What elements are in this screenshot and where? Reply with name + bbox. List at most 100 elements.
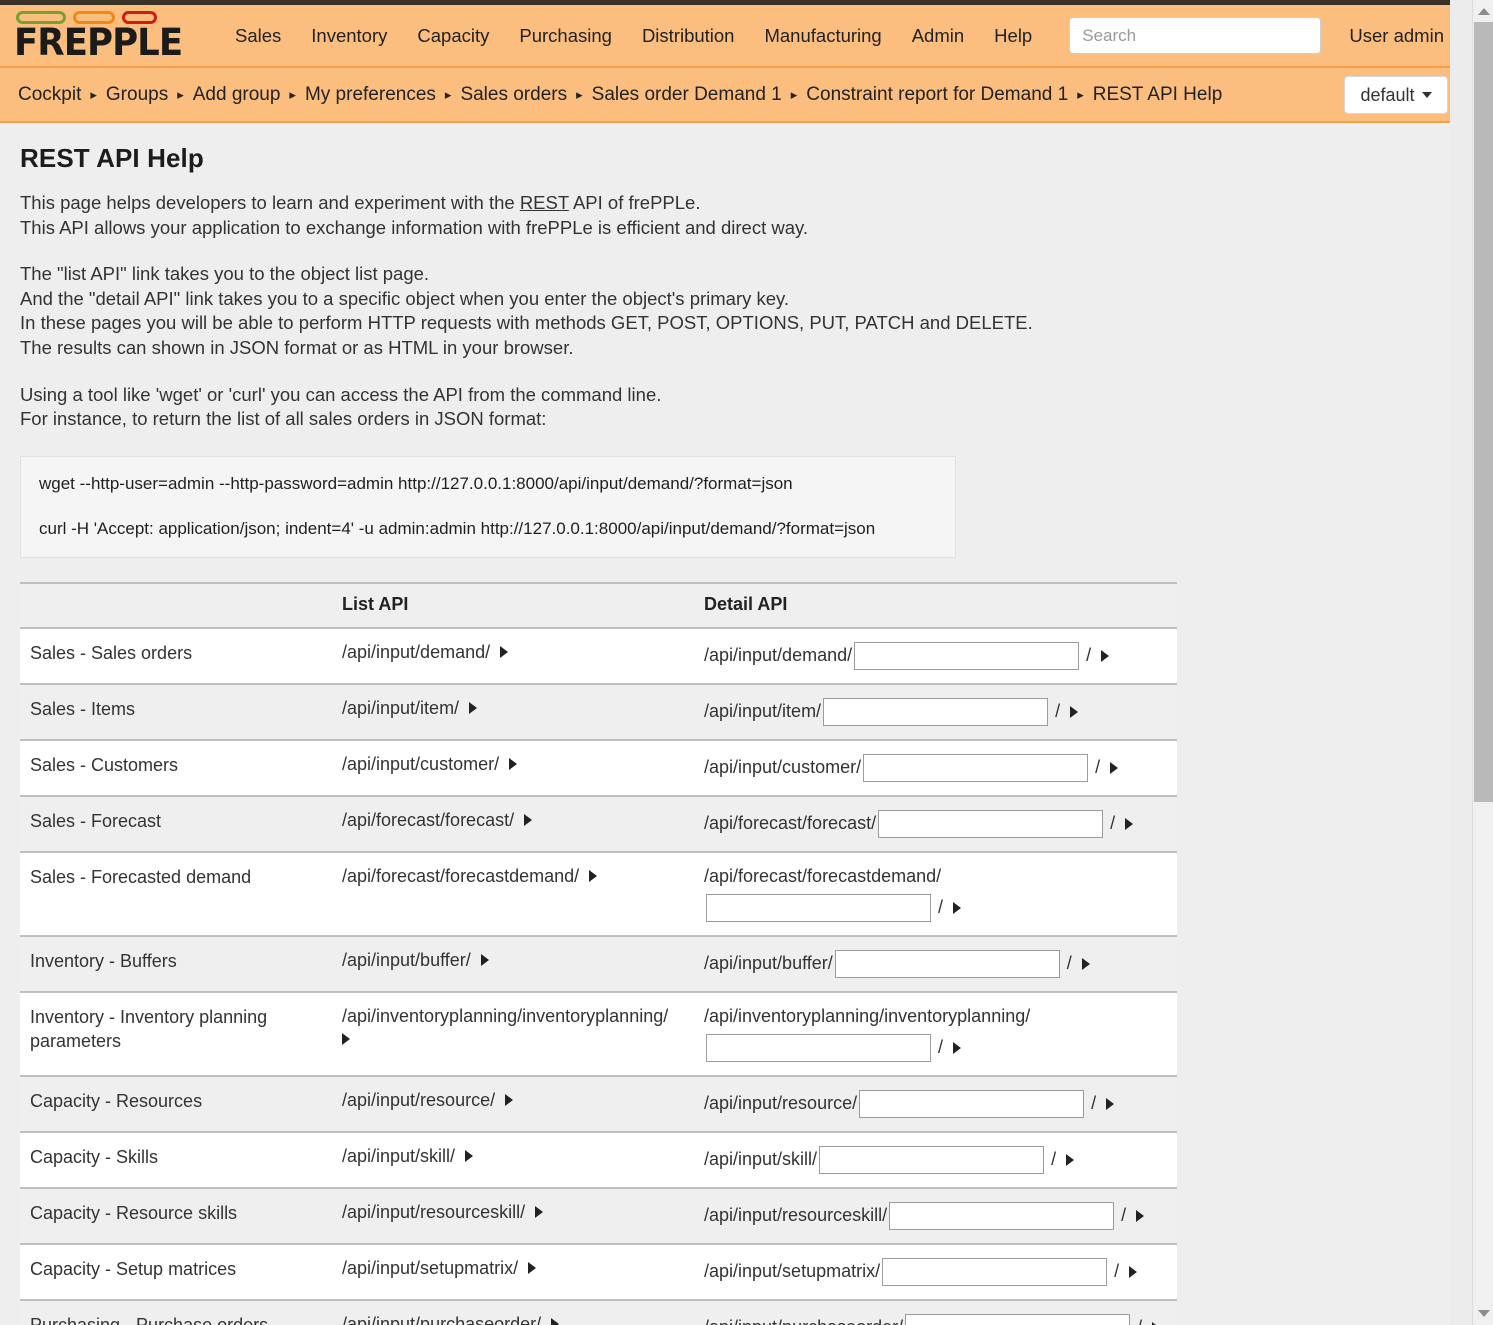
nav-item-capacity[interactable]: Capacity <box>402 19 504 53</box>
nav-item-help[interactable]: Help <box>979 19 1047 53</box>
list-api-go-icon[interactable] <box>524 814 532 826</box>
detail-api-go-icon[interactable] <box>1070 706 1078 718</box>
breadcrumb-item-add-group[interactable]: Add group <box>193 84 281 106</box>
primary-key-input[interactable] <box>854 642 1079 670</box>
app-header: FREPPLE Sales Inventory Capacity Purchas… <box>0 5 1472 68</box>
vertical-scrollbar[interactable] <box>1472 0 1493 1325</box>
scroll-up-button[interactable] <box>1473 2 1493 21</box>
user-menu[interactable]: User admin <box>1349 25 1444 47</box>
detail-api-go-icon[interactable] <box>1125 818 1133 830</box>
detail-api-path: /api/input/item/ <box>704 701 821 722</box>
list-api-go-icon[interactable] <box>509 758 517 770</box>
api-entity-label: Sales - Forecast <box>30 811 161 831</box>
detail-api-go-icon[interactable] <box>1129 1266 1137 1278</box>
scenario-dropdown[interactable]: default <box>1344 76 1448 114</box>
detail-api-go-icon[interactable] <box>1152 1322 1160 1325</box>
breadcrumb-item-my-preferences[interactable]: My preferences <box>305 84 436 106</box>
breadcrumb-item-groups[interactable]: Groups <box>106 84 168 106</box>
detail-api-go-icon[interactable] <box>1110 762 1118 774</box>
detail-api-go-icon[interactable] <box>1082 958 1090 970</box>
primary-key-input[interactable] <box>905 1314 1130 1325</box>
detail-api-go-icon[interactable] <box>953 1042 961 1054</box>
intro-text-b: API of frePPLe. <box>569 192 701 213</box>
breadcrumb-separator-icon: ▸ <box>289 88 296 101</box>
list-api-go-icon[interactable] <box>589 870 597 882</box>
api-entity-label: Capacity - Resources <box>30 1091 202 1111</box>
list-api-go-icon[interactable] <box>505 1094 513 1106</box>
primary-key-input[interactable] <box>835 950 1060 978</box>
api-entity-label: Capacity - Setup matrices <box>30 1259 236 1279</box>
path-slash: / <box>1114 1261 1119 1282</box>
breadcrumb-separator-icon: ▸ <box>177 88 184 101</box>
primary-key-input[interactable] <box>882 1258 1107 1286</box>
breadcrumb-separator-icon: ▸ <box>1077 88 1084 101</box>
search-input[interactable] <box>1069 17 1321 54</box>
list-api-go-icon[interactable] <box>342 1033 350 1045</box>
api-entity-label: Capacity - Resource skills <box>30 1203 237 1223</box>
breadcrumb-item-cockpit[interactable]: Cockpit <box>18 84 81 106</box>
table-row: Sales - Forecasted demand /api/forecast/… <box>20 853 1177 937</box>
nav-item-distribution[interactable]: Distribution <box>627 19 750 53</box>
primary-key-input[interactable] <box>823 698 1048 726</box>
code-example-block: wget --http-user=admin --http-password=a… <box>20 456 956 558</box>
api-entity-label: Sales - Customers <box>30 755 178 775</box>
nav-item-inventory[interactable]: Inventory <box>296 19 402 53</box>
breadcrumb-item-rest-api-help[interactable]: REST API Help <box>1093 84 1223 106</box>
list-api-path: /api/input/resourceskill/ <box>342 1202 525 1223</box>
scroll-down-button[interactable] <box>1473 1304 1493 1323</box>
list-api-go-icon[interactable] <box>500 646 508 658</box>
list-api-go-icon[interactable] <box>528 1262 536 1274</box>
path-slash: / <box>938 897 943 918</box>
path-slash: / <box>1091 1093 1096 1114</box>
scrollbar-thumb[interactable] <box>1474 22 1493 802</box>
list-api-go-icon[interactable] <box>481 954 489 966</box>
scroll-down-arrow-icon <box>1478 1310 1490 1317</box>
list-api-path: /api/input/resource/ <box>342 1090 495 1111</box>
code-line-curl: curl -H 'Accept: application/json; inden… <box>39 518 937 541</box>
table-header-blank <box>20 584 338 604</box>
primary-key-input[interactable] <box>859 1090 1084 1118</box>
primary-key-input[interactable] <box>706 1034 931 1062</box>
frepple-logo[interactable]: FREPPLE <box>14 11 194 60</box>
spacer <box>20 361 1472 383</box>
breadcrumb-bar: Cockpit ▸ Groups ▸ Add group ▸ My prefer… <box>0 68 1472 123</box>
primary-key-input[interactable] <box>863 754 1088 782</box>
list-api-go-icon[interactable] <box>551 1318 559 1325</box>
detail-api-go-icon[interactable] <box>953 902 961 914</box>
table-header-list-api: List API <box>342 594 408 614</box>
list-api-path: /api/input/buffer/ <box>342 950 471 971</box>
breadcrumb-item-sales-order-demand-1[interactable]: Sales order Demand 1 <box>592 84 782 106</box>
list-api-path: /api/input/item/ <box>342 698 459 719</box>
nav-item-manufacturing[interactable]: Manufacturing <box>749 19 896 53</box>
detail-api-path: /api/input/resource/ <box>704 1093 857 1114</box>
code-line-wget: wget --http-user=admin --http-password=a… <box>39 473 937 496</box>
primary-key-input[interactable] <box>878 810 1103 838</box>
primary-key-input[interactable] <box>706 894 931 922</box>
breadcrumb-item-constraint-report[interactable]: Constraint report for Demand 1 <box>806 84 1068 106</box>
table-row: Sales - Forecast /api/forecast/forecast/… <box>20 797 1177 853</box>
detail-api-go-icon[interactable] <box>1066 1154 1074 1166</box>
detail-api-path: /api/forecast/forecastdemand/ <box>704 866 1162 887</box>
primary-key-input[interactable] <box>889 1202 1114 1230</box>
rest-link[interactable]: REST <box>520 192 569 213</box>
table-row: Sales - Sales orders /api/input/demand/ … <box>20 629 1177 685</box>
list-api-go-icon[interactable] <box>469 702 477 714</box>
breadcrumb-separator-icon: ▸ <box>576 88 583 101</box>
api-entity-label: Capacity - Skills <box>30 1147 158 1167</box>
main-nav: Sales Inventory Capacity Purchasing Dist… <box>220 19 1047 53</box>
primary-key-input[interactable] <box>819 1146 1044 1174</box>
nav-item-purchasing[interactable]: Purchasing <box>504 19 627 53</box>
usage-line-2: And the "detail API" link takes you to a… <box>20 287 1472 312</box>
table-row: Sales - Items /api/input/item/ /api/inpu… <box>20 685 1177 741</box>
breadcrumb-item-sales-orders[interactable]: Sales orders <box>460 84 567 106</box>
detail-api-go-icon[interactable] <box>1136 1210 1144 1222</box>
list-api-go-icon[interactable] <box>465 1150 473 1162</box>
path-slash: / <box>1067 953 1072 974</box>
detail-api-path: /api/input/skill/ <box>704 1149 817 1170</box>
detail-api-go-icon[interactable] <box>1106 1098 1114 1110</box>
list-api-go-icon[interactable] <box>535 1206 543 1218</box>
nav-item-sales[interactable]: Sales <box>220 19 296 53</box>
api-entity-label: Inventory - Buffers <box>30 951 177 971</box>
nav-item-admin[interactable]: Admin <box>897 19 979 53</box>
detail-api-go-icon[interactable] <box>1101 650 1109 662</box>
